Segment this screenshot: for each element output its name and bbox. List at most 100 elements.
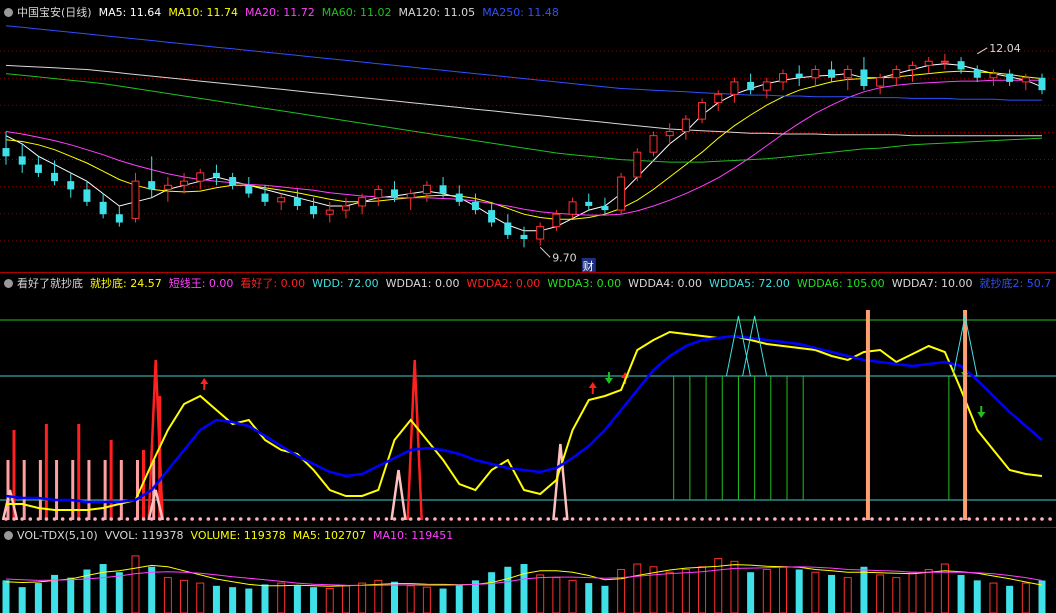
candle-body <box>180 180 189 186</box>
baseline-dot <box>902 517 907 521</box>
volume-bar <box>229 587 237 613</box>
baseline-dot <box>425 517 429 521</box>
volume-bar <box>341 585 350 613</box>
candle-body <box>714 93 723 104</box>
baseline-dot <box>473 517 478 521</box>
candle-body <box>698 102 707 120</box>
baseline-dot <box>238 517 243 521</box>
baseline-dot <box>384 517 389 521</box>
main-legend-item: MA20: 11.72 <box>245 6 315 19</box>
candle-body <box>1038 77 1046 91</box>
volume-bar <box>261 584 269 613</box>
indicator-settings-icon[interactable] <box>4 279 13 288</box>
baseline-dot <box>457 517 462 521</box>
baseline-dot <box>141 517 146 521</box>
indicator-legend-item: WDDA2: 0.00 <box>466 277 541 290</box>
main-legend-item: MA10: 11.74 <box>168 6 239 19</box>
candle-body <box>908 64 917 70</box>
candle-body <box>439 185 447 194</box>
baseline-dot <box>562 517 567 521</box>
baseline-dot <box>77 517 81 521</box>
baseline-dot <box>595 517 599 521</box>
volume-bar <box>649 566 658 613</box>
volume-bar <box>665 571 674 613</box>
volume-legend-item: VVOL: 119378 <box>104 529 184 542</box>
indicator-legend-item: WDDA6: 105.00 <box>796 277 885 290</box>
baseline-dot <box>230 517 235 521</box>
baseline-dot <box>125 517 130 521</box>
wdda5-spike <box>742 315 768 377</box>
volume-bar <box>406 585 415 613</box>
candle-body <box>34 164 42 173</box>
baseline-dot <box>578 517 583 521</box>
baseline-dot <box>959 517 963 521</box>
candle-body <box>83 189 91 202</box>
baseline-dot <box>692 517 696 521</box>
indicator-legend-item: 就抄底2: 50.7 <box>979 277 1052 290</box>
baseline-dot <box>497 517 502 521</box>
volume-bar <box>325 588 334 613</box>
candle-body <box>601 205 609 211</box>
signal-arrow <box>200 378 209 384</box>
baseline-dot <box>789 517 793 521</box>
baseline-dot <box>1015 517 1020 521</box>
volume-bar <box>1006 585 1014 613</box>
finance-badge-label: 财 <box>583 259 594 273</box>
baseline-dot <box>93 517 97 521</box>
baseline-dot <box>910 517 915 521</box>
baseline-dot <box>36 517 41 521</box>
indicator-legend-item: 短线王: 0.00 <box>168 277 234 290</box>
candle-body <box>762 81 771 91</box>
baseline-dot <box>214 517 219 521</box>
price-callout-label: 9.70 <box>552 251 577 264</box>
volume-bar <box>99 564 107 613</box>
baseline-dot <box>44 517 49 521</box>
baseline-dot <box>174 517 178 521</box>
candle-body <box>957 61 965 70</box>
volume-settings-icon[interactable] <box>4 531 13 540</box>
candle-body <box>245 185 253 194</box>
main-settings-icon[interactable] <box>4 8 13 17</box>
volume-bar <box>520 564 528 613</box>
baseline-dot <box>570 517 575 521</box>
baseline-dot <box>546 517 551 521</box>
candle-body <box>795 73 803 78</box>
baseline-dot <box>659 517 664 521</box>
indicator-legend-item: WDDA7: 10.00 <box>891 277 973 290</box>
baseline-dot <box>149 517 154 521</box>
baseline-dot <box>886 517 891 521</box>
volume-bar <box>779 566 787 613</box>
baseline-dot <box>1040 517 1044 521</box>
volume-bar <box>358 582 367 613</box>
candle-body <box>358 197 367 207</box>
candle-body <box>325 209 334 215</box>
volume-bar <box>18 587 26 613</box>
ma-line-ma250 <box>5 25 1042 101</box>
baseline-dot <box>991 517 996 521</box>
baseline-dot <box>514 517 518 521</box>
baseline-dot <box>797 517 801 521</box>
candle-body <box>633 151 642 178</box>
price-callout-line <box>976 47 988 55</box>
baseline-dot <box>166 517 170 521</box>
volume-bar <box>67 577 75 613</box>
baseline-dot <box>60 517 65 521</box>
baseline-dot <box>975 517 980 521</box>
baseline-dot <box>28 517 33 521</box>
baseline-dot <box>586 517 591 521</box>
baseline-dot <box>327 517 332 521</box>
candle-body <box>811 68 820 79</box>
baseline-dot <box>619 517 623 521</box>
candle-body <box>277 197 286 203</box>
signal-arrow <box>604 378 613 384</box>
candle-body <box>374 188 383 199</box>
candle-body <box>115 214 123 223</box>
volume-bar <box>196 582 205 613</box>
baseline-dot <box>85 517 89 521</box>
candle-body <box>730 81 739 95</box>
volume-bar <box>455 584 463 613</box>
candle-body <box>520 234 528 240</box>
baseline-dot <box>894 517 899 521</box>
baseline-dot <box>756 517 761 521</box>
main-legend-item: MA5: 11.64 <box>98 6 162 19</box>
